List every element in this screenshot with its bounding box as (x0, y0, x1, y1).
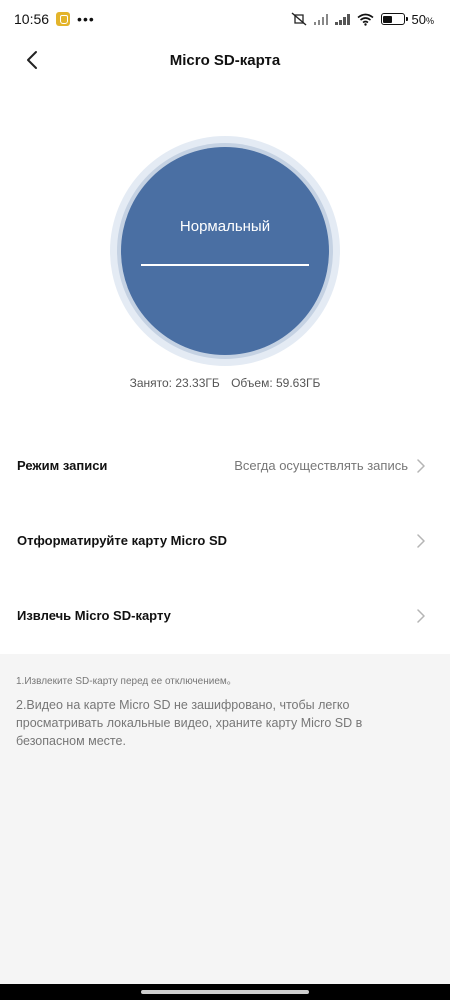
note-not-encrypted: 2.Видео на карте Micro SD не зашифровано… (16, 698, 363, 748)
chevron-right-icon (417, 533, 425, 548)
battery-percent: 50% (411, 11, 434, 27)
menu-item-right (416, 533, 426, 548)
status-right: 50% (291, 12, 434, 27)
status-bar: 10:56 ••• 50% (0, 0, 450, 38)
note-eject-before-unplug: 1.Извлеките SD-карту перед ее отключение… (16, 676, 237, 687)
mute-vibrate-icon (291, 12, 306, 26)
chevron-right-icon (417, 608, 425, 623)
menu-item-right (416, 608, 426, 623)
notes-section: 1.Извлеките SD-карту перед ее отключение… (0, 654, 450, 984)
storage-info: Занято: 23.33ГБ Объем: 59.63ГБ (0, 376, 450, 390)
menu-item-format-card[interactable]: Отформатируйте карту Micro SD (0, 503, 450, 578)
menu-item-eject-card[interactable]: Извлечь Micro SD-карту (0, 578, 450, 653)
notification-app-icon (56, 12, 71, 26)
storage-total: Объем: 59.63ГБ (231, 376, 321, 390)
menu-item-label: Режим записи (17, 458, 108, 473)
menu-item-label: Отформатируйте карту Micro SD (17, 533, 228, 548)
wifi-icon (357, 13, 374, 26)
storage-status-gauge: Нормальный (110, 136, 340, 366)
storage-used: Занято: 23.33ГБ (129, 376, 220, 390)
signal-sim1-icon (313, 13, 329, 25)
menu-item-right: Всегда осуществлять запись (234, 458, 426, 473)
gauge-core (121, 147, 329, 355)
nav-bar: Micro SD-карта (0, 38, 450, 82)
gauge-divider (141, 264, 309, 266)
system-navigation-bar (0, 984, 450, 1000)
settings-menu: Режим записи Всегда осуществлять запись … (0, 428, 450, 653)
more-notifications-icon: ••• (77, 11, 95, 27)
menu-item-recording-mode[interactable]: Режим записи Всегда осуществлять запись (0, 428, 450, 503)
home-gesture-handle[interactable] (141, 990, 309, 994)
card-status-text: Нормальный (179, 218, 271, 235)
page-title: Micro SD-карта (169, 51, 281, 69)
chevron-left-icon (27, 51, 37, 69)
chevron-right-icon (417, 458, 425, 473)
status-left: 10:56 ••• (14, 11, 95, 27)
menu-item-label: Извлечь Micro SD-карту (17, 608, 171, 623)
battery-icon (380, 13, 408, 25)
back-button[interactable] (18, 46, 46, 74)
status-time: 10:56 (14, 11, 50, 27)
recording-mode-value: Всегда осуществлять запись (234, 458, 408, 473)
signal-sim2-icon (335, 13, 350, 25)
